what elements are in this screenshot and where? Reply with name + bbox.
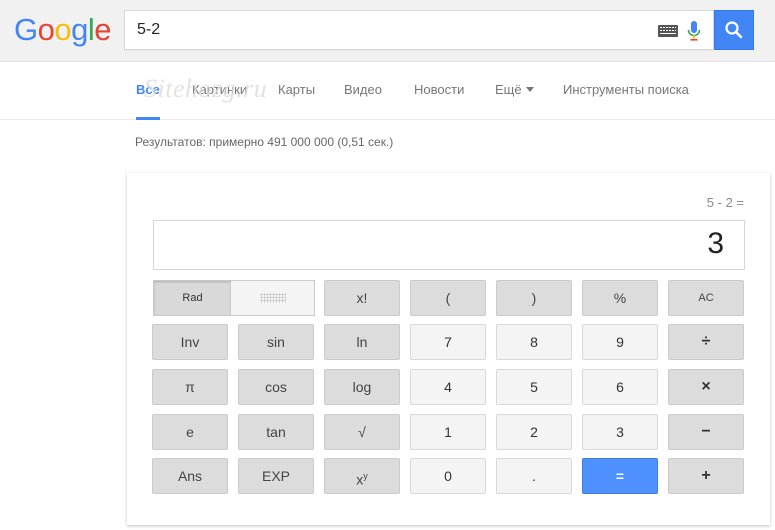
divide-key[interactable]: ÷ <box>668 324 744 360</box>
search-button[interactable] <box>714 10 754 50</box>
cos-key[interactable]: cos <box>238 369 314 405</box>
decimal-key[interactable]: . <box>496 458 572 494</box>
digit-7-key[interactable]: 7 <box>410 324 486 360</box>
chevron-down-icon <box>525 87 534 92</box>
top-bar: Google <box>0 0 775 62</box>
power-key[interactable]: xy <box>324 458 400 494</box>
euler-key[interactable]: e <box>152 414 228 450</box>
tan-key[interactable]: tan <box>238 414 314 450</box>
deg-button[interactable] <box>231 281 314 315</box>
search-box <box>124 10 714 50</box>
digit-6-key[interactable]: 6 <box>582 369 658 405</box>
add-key[interactable]: + <box>668 458 744 494</box>
log-key[interactable]: log <box>324 369 400 405</box>
tab-more[interactable]: Ещё <box>495 62 534 120</box>
all-clear-key[interactable]: AC <box>668 280 744 316</box>
search-input[interactable] <box>137 11 637 49</box>
close-paren-key[interactable]: ) <box>496 280 572 316</box>
keyboard-icon[interactable] <box>658 25 678 37</box>
angle-mode-toggle[interactable]: Rad <box>153 280 315 316</box>
inverse-key[interactable]: Inv <box>152 324 228 360</box>
calculator-card: 5 - 2 = 3 Rad x! ( ) % AC Inv sin ln 7 8… <box>127 173 770 525</box>
subtract-key[interactable]: − <box>668 414 744 450</box>
tab-images[interactable]: Картинки <box>192 62 247 120</box>
tab-all[interactable]: Все <box>136 62 160 120</box>
digit-0-key[interactable]: 0 <box>410 458 486 494</box>
google-logo[interactable]: Google <box>14 12 112 48</box>
ln-key[interactable]: ln <box>324 324 400 360</box>
sqrt-key[interactable]: √ <box>324 414 400 450</box>
tab-more-label: Ещё <box>495 82 522 97</box>
digit-2-key[interactable]: 2 <box>496 414 572 450</box>
exp-key[interactable]: EXP <box>238 458 314 494</box>
calculator-history: 5 - 2 = <box>706 195 744 210</box>
search-icon <box>725 21 743 39</box>
digit-1-key[interactable]: 1 <box>410 414 486 450</box>
results-stats: Результатов: примерно 491 000 000 (0,51 … <box>135 135 394 149</box>
digit-8-key[interactable]: 8 <box>496 324 572 360</box>
mic-icon[interactable] <box>687 20 701 42</box>
open-paren-key[interactable]: ( <box>410 280 486 316</box>
calculator-result: 3 <box>707 227 724 260</box>
tab-news[interactable]: Новости <box>414 62 464 120</box>
search-tabs: Все Картинки Карты Видео Новости Ещё Инс… <box>0 62 775 120</box>
digit-3-key[interactable]: 3 <box>582 414 658 450</box>
sin-key[interactable]: sin <box>238 324 314 360</box>
multiply-key[interactable]: × <box>668 369 744 405</box>
pi-key[interactable]: π <box>152 369 228 405</box>
power-key-exponent: y <box>363 471 368 481</box>
percent-key[interactable]: % <box>582 280 658 316</box>
rad-button[interactable]: Rad <box>154 281 231 315</box>
equals-key[interactable]: = <box>582 458 658 494</box>
digit-5-key[interactable]: 5 <box>496 369 572 405</box>
ans-key[interactable]: Ans <box>152 458 228 494</box>
tab-search-tools[interactable]: Инструменты поиска <box>563 62 689 120</box>
tab-video[interactable]: Видео <box>344 62 382 120</box>
tab-maps[interactable]: Карты <box>278 62 315 120</box>
calculator-display: 3 <box>153 220 745 270</box>
factorial-key[interactable]: x! <box>324 280 400 316</box>
grip-dots-icon <box>260 293 286 303</box>
digit-4-key[interactable]: 4 <box>410 369 486 405</box>
digit-9-key[interactable]: 9 <box>582 324 658 360</box>
